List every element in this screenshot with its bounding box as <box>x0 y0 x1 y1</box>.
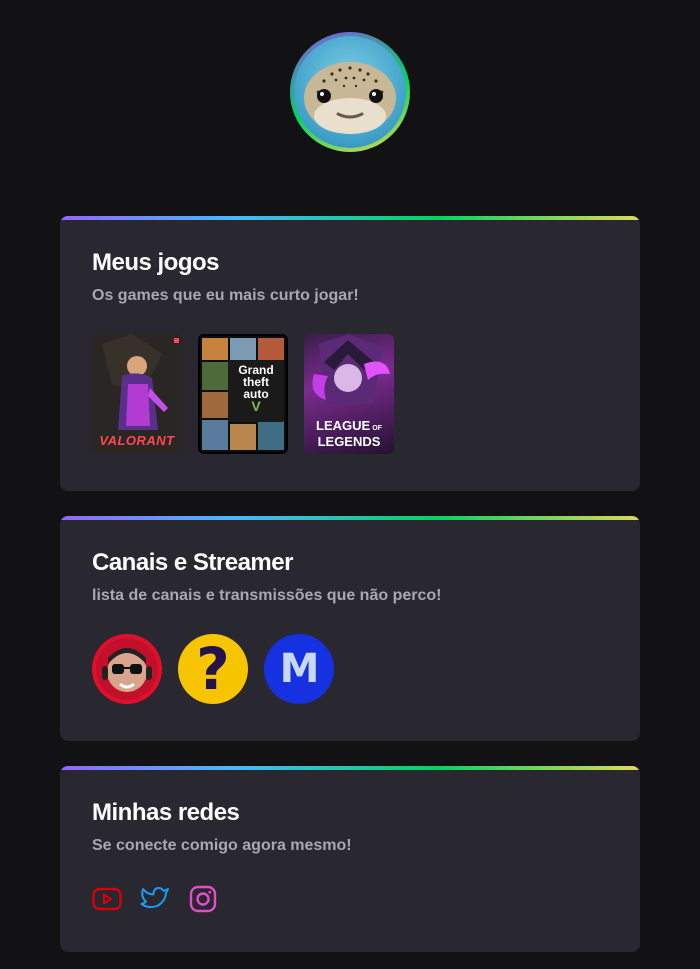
lol-logo-of: OF <box>372 425 382 432</box>
pufferfish-avatar-image <box>294 36 406 148</box>
socials-title: Minhas redes <box>92 799 240 826</box>
socials-list <box>92 884 608 914</box>
twitter-icon[interactable] <box>140 884 170 914</box>
lol-logo-line2: LEGENDS <box>317 434 381 449</box>
gta-logo-mark: V <box>251 398 261 414</box>
game-league-of-legends[interactable]: LEAGUE OF LEGENDS <box>304 334 394 454</box>
youtube-icon[interactable] <box>92 884 122 914</box>
m-glyph: M <box>279 646 320 692</box>
valorant-logo-text: VALORANT <box>99 433 175 448</box>
games-title: Meus jogos <box>92 249 220 276</box>
channels-list: ? M <box>92 634 608 704</box>
instagram-icon[interactable] <box>188 884 218 914</box>
lol-logo-line1: LEAGUE <box>316 418 371 433</box>
channels-subtitle: lista de canais e transmissões que não p… <box>92 587 442 604</box>
channel-streamer-glasses[interactable] <box>92 634 162 704</box>
game-gta-v[interactable]: Grand theft auto V <box>198 334 288 454</box>
lol-logo-text: LEAGUE OF LEGENDS <box>304 419 394 448</box>
games-subtitle: Os games que eu mais curto jogar! <box>92 287 359 304</box>
channel-m[interactable]: M <box>264 634 334 704</box>
socials-subtitle: Se conecte comigo agora mesmo! <box>92 837 352 854</box>
game-valorant[interactable]: VALORANT <box>92 334 182 454</box>
question-mark-glyph: ? <box>196 635 230 703</box>
games-card: Meus jogos Os games que eu mais curto jo… <box>60 216 640 491</box>
channel-question-mark[interactable]: ? <box>178 634 248 704</box>
avatar <box>290 32 410 152</box>
socials-card: Minhas redes Se conecte comigo agora mes… <box>60 766 640 952</box>
games-list: VALORANT Grand theft auto V LEAGUE OF LE… <box>92 334 608 454</box>
channels-title: Canais e Streamer <box>92 549 293 576</box>
channels-card: Canais e Streamer lista de canais e tran… <box>60 516 640 741</box>
gta-logo: Grand theft auto V <box>228 360 284 422</box>
